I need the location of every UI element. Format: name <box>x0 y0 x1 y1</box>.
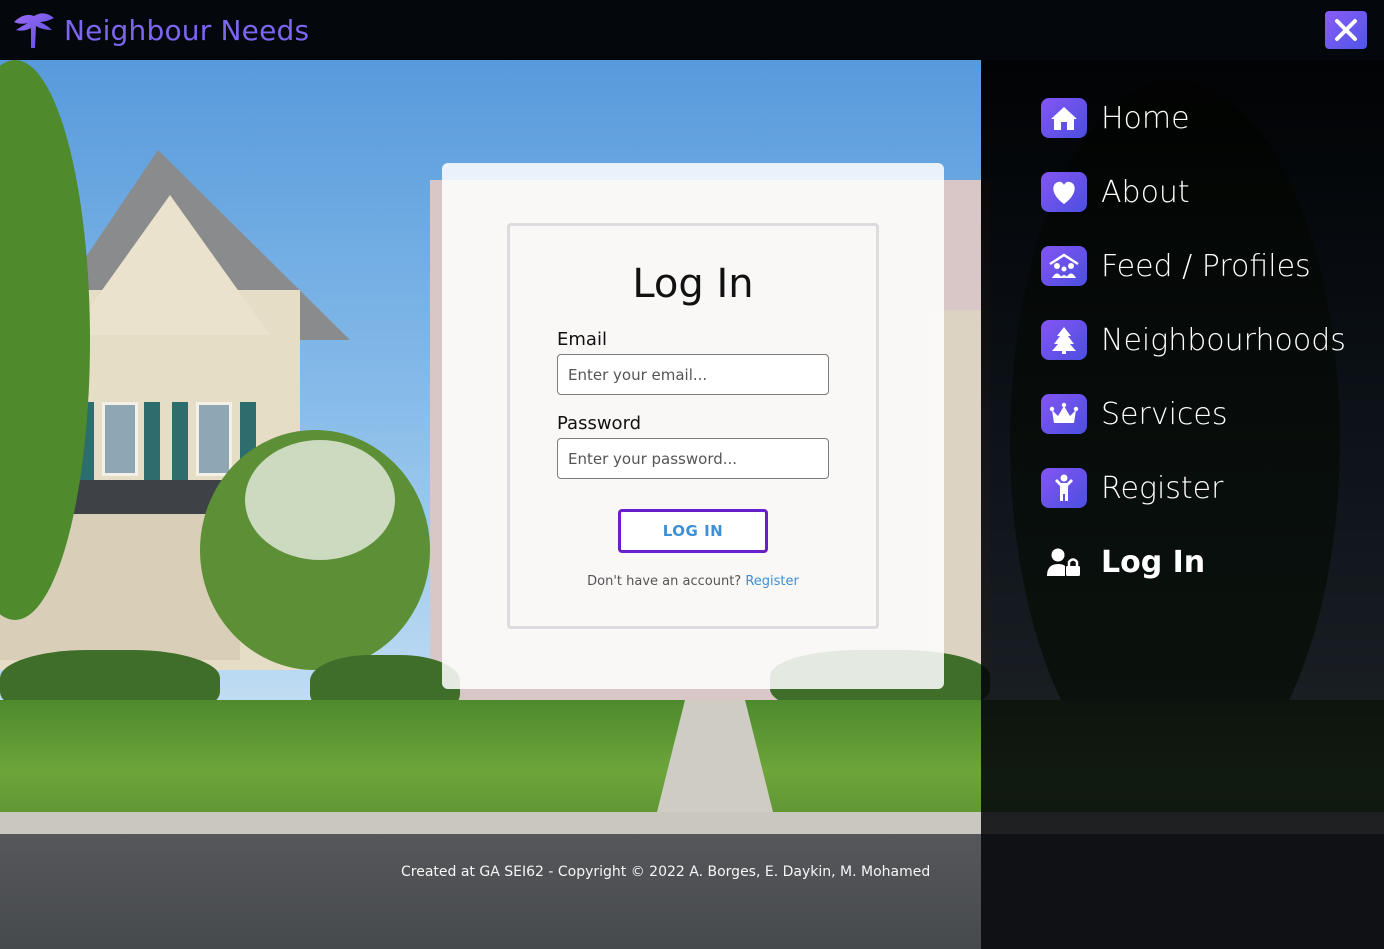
menu-item-feed-profiles[interactable]: Feed / Profiles <box>1041 244 1311 288</box>
menu-item-services[interactable]: Services <box>1041 392 1228 436</box>
menu-label-about: About <box>1101 174 1190 210</box>
home-icon <box>1041 98 1087 138</box>
menu-label-neighbourhoods: Neighbourhoods <box>1101 322 1346 358</box>
brand[interactable]: Neighbour Needs <box>10 8 309 52</box>
menu-label-services: Services <box>1101 396 1228 432</box>
close-menu-button[interactable] <box>1325 11 1367 49</box>
footer-copyright: Created at GA SEI62 - Copyright © 2022 A… <box>401 864 931 880</box>
side-menu: Home About Feed / Profiles Neighbourhood… <box>981 60 1384 949</box>
menu-item-neighbourhoods[interactable]: Neighbourhoods <box>1041 318 1346 362</box>
tree-icon <box>14 13 54 48</box>
signup-prompt: Don't have an account? Register <box>442 574 944 589</box>
login-card: Log In Email Password LOG IN Don't have … <box>442 163 944 689</box>
menu-item-login[interactable]: Log In <box>1041 540 1205 584</box>
menu-label-feed-profiles: Feed / Profiles <box>1101 248 1311 284</box>
email-field[interactable] <box>557 354 829 395</box>
signup-prompt-text: Don't have an account? <box>587 574 742 589</box>
menu-item-home[interactable]: Home <box>1041 96 1190 140</box>
password-field[interactable] <box>557 438 829 479</box>
register-link[interactable]: Register <box>745 574 799 589</box>
menu-item-about[interactable]: About <box>1041 170 1190 214</box>
close-icon <box>1335 19 1357 41</box>
child-icon <box>1041 468 1087 508</box>
brand-name: Neighbour Needs <box>64 13 310 47</box>
user-lock-icon <box>1041 542 1087 582</box>
crown-icon <box>1041 394 1087 434</box>
people-icon <box>1041 246 1087 286</box>
page-title: Log In <box>632 261 754 307</box>
menu-item-register[interactable]: Register <box>1041 466 1223 510</box>
menu-label-home: Home <box>1101 100 1190 136</box>
login-button[interactable]: LOG IN <box>618 509 768 553</box>
menu-label-register: Register <box>1101 470 1224 506</box>
tree-icon <box>1041 320 1087 360</box>
password-label: Password <box>557 413 642 434</box>
top-nav-bar: Neighbour Needs <box>0 0 1384 60</box>
menu-label-login: Log In <box>1101 544 1206 580</box>
email-label: Email <box>557 329 607 350</box>
heart-icon <box>1041 172 1087 212</box>
